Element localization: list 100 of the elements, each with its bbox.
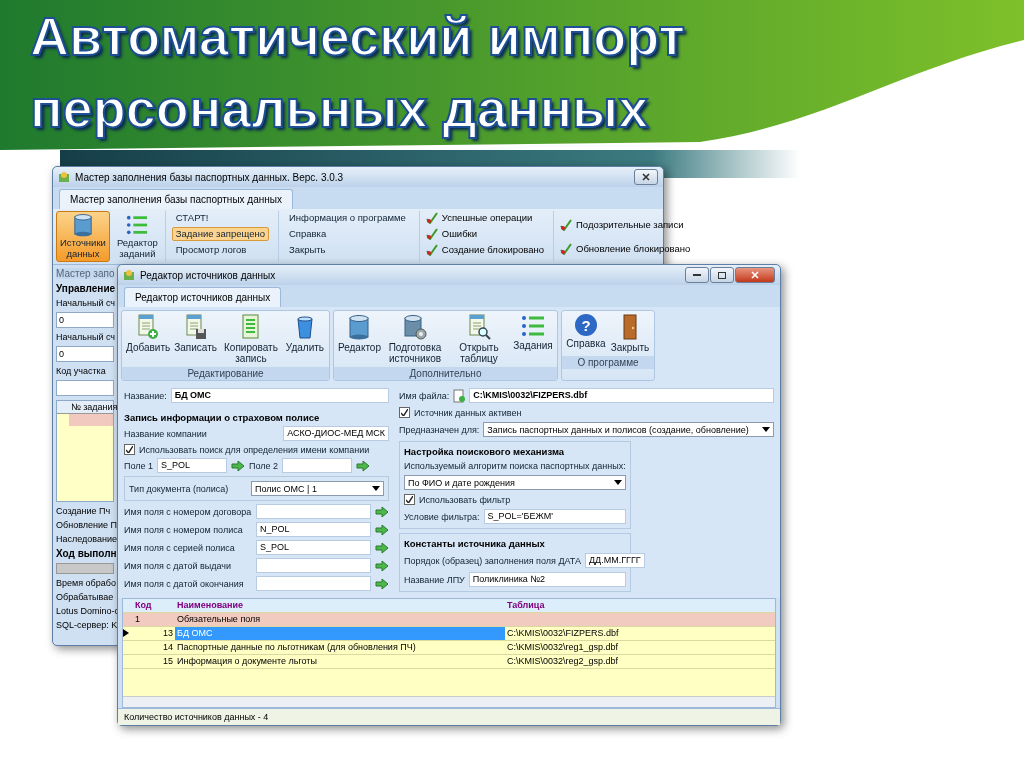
log-filter-item[interactable]: Подозрительные записи — [560, 217, 691, 232]
column-header[interactable]: Наименование — [175, 599, 505, 612]
table-cell-text: 14 — [162, 641, 174, 654]
minimize-button[interactable] — [685, 267, 709, 283]
input-field[interactable] — [56, 380, 114, 396]
field-label: Поле 1 — [124, 460, 154, 471]
ribbon-item[interactable]: Задание запрещено — [171, 227, 269, 241]
checkbox[interactable] — [124, 444, 135, 455]
field-label: Создание Пч — [56, 506, 112, 516]
arrow-icon[interactable] — [375, 577, 389, 590]
dropdown[interactable]: Запись паспортных данных и полисов (создание, обновление) — [483, 422, 774, 437]
input-field[interactable]: ДД.ММ.ГГГГ — [585, 553, 645, 568]
input-field[interactable] — [256, 576, 371, 591]
table-cell-text: 13 — [162, 627, 174, 640]
section-heading: Запись информации о страховом полисе — [124, 412, 321, 423]
arrow-icon[interactable] — [375, 523, 389, 536]
log-filter-item[interactable]: Ошибки — [425, 227, 545, 241]
ribbon-button[interactable]: Источники данных — [56, 211, 110, 262]
ribbon-button[interactable]: ? Справка — [566, 314, 606, 353]
table-cell[interactable]: Паспортные данные по льготникам (для обновления ПЧ) — [175, 641, 505, 654]
ribbon-button[interactable]: Добавить — [126, 314, 171, 364]
input-field[interactable] — [256, 504, 371, 519]
field-label: Имя поля с номером договора — [124, 506, 252, 517]
ribbon-tab[interactable]: Редактор источников данных — [124, 287, 282, 307]
field-label: Предназначен для: — [399, 424, 480, 435]
ribbon-item[interactable]: Справка — [285, 227, 410, 241]
arrow-icon[interactable] — [375, 541, 389, 554]
field-label: Тип документа (полиса) — [129, 483, 230, 494]
column-header[interactable]: Таблица — [505, 599, 775, 612]
ribbon-button[interactable]: Копировать запись — [220, 314, 281, 364]
input-field[interactable]: 0 — [56, 312, 114, 328]
ribbon-button[interactable]: Редактор заданий — [112, 211, 162, 262]
input-field[interactable] — [256, 558, 371, 573]
field-label: Код участка — [56, 366, 107, 376]
field-label: Название ЛПУ — [404, 574, 465, 585]
ribbon-item[interactable]: Закрыть — [285, 243, 410, 257]
checkbox-label: Источник данных активен — [414, 407, 522, 418]
group-label: Редактирование — [122, 367, 329, 380]
close-button[interactable] — [634, 169, 658, 185]
app-icon — [123, 269, 135, 281]
ribbon-item[interactable]: Просмотр логов — [171, 243, 269, 257]
close-icon — [642, 173, 650, 181]
input-field[interactable]: S_POL — [256, 540, 371, 555]
input-field[interactable]: N_POL — [256, 522, 371, 537]
ribbon-button[interactable]: Записать — [174, 314, 217, 364]
field-label: Обрабатывае — [56, 592, 114, 602]
arrow-icon[interactable] — [375, 505, 389, 518]
window-title: Редактор источников данных — [140, 269, 277, 281]
ribbon-button[interactable]: Закрыть — [610, 314, 650, 353]
field-label: Порядок (образец) заполнения поля ДАТА — [404, 555, 581, 566]
database-icon — [348, 314, 371, 340]
document-disk-icon — [183, 314, 208, 340]
dropdown[interactable]: По ФИО и дате рождения — [404, 475, 626, 490]
arrow-icon[interactable] — [375, 559, 389, 572]
slide-title: Автоматический импорт — [30, 5, 685, 68]
group-label: Мастер запо — [56, 268, 114, 279]
input-field[interactable]: БД ОМС — [170, 388, 389, 403]
ribbon-item[interactable]: СТАРТ! — [171, 211, 269, 225]
checkbox[interactable] — [399, 407, 410, 418]
checkbox[interactable] — [404, 494, 415, 505]
field-label: Время обрабо — [56, 578, 114, 588]
input-field[interactable]: C:\KMIS\0032\FIZPERS.dbf — [469, 388, 774, 403]
column-header[interactable]: Код — [133, 599, 175, 612]
list-icon — [126, 213, 149, 237]
input-field[interactable] — [282, 458, 353, 473]
field-label: Поле 2 — [249, 460, 279, 471]
ribbon-button[interactable]: Открыть таблицу — [449, 314, 509, 364]
table-cell[interactable]: Информация о документе льготы — [175, 655, 505, 668]
arrow-icon[interactable] — [356, 459, 371, 472]
close-icon — [751, 271, 759, 279]
log-filter-item[interactable]: Успешные операции — [425, 211, 545, 225]
ribbon-button[interactable]: Редактор — [337, 314, 381, 364]
app-icon — [58, 171, 70, 183]
arrow-icon[interactable] — [231, 459, 246, 472]
field-label: Используемый алгоритм поиска паспортных данных: — [404, 461, 626, 471]
database-icon — [72, 213, 93, 237]
dropdown[interactable]: Полис ОМС | 1 — [251, 481, 384, 496]
maximize-button[interactable] — [710, 267, 734, 283]
scrollbar[interactable] — [123, 696, 775, 707]
ribbon-button[interactable]: Задания — [513, 314, 553, 364]
input-field[interactable]: АСКО-ДИОС-МЕД МСК — [283, 426, 389, 441]
input-field[interactable]: 0 — [56, 346, 114, 362]
log-filter-item[interactable]: Создание блокировано — [425, 243, 545, 257]
ribbon-button[interactable]: Удалить — [284, 314, 325, 364]
input-field[interactable]: S_POL='БЕЖМ' — [483, 509, 626, 524]
input-field[interactable]: S_POL — [157, 458, 228, 473]
check-icon — [560, 218, 573, 231]
ribbon-button[interactable]: Подготовка источников — [385, 314, 445, 364]
file-icon — [453, 388, 466, 403]
ribbon-item[interactable]: Информация о программе — [285, 211, 410, 225]
database-gear-icon — [403, 314, 427, 340]
section-heading: Ход выполн — [56, 548, 114, 559]
log-filter-item[interactable]: Обновление блокировано — [560, 241, 691, 256]
input-field[interactable]: Поликлиника №2 — [468, 572, 626, 587]
table-cell-text: C:\KMIS\0032\FIZPERS.dbf — [506, 627, 620, 640]
caret-icon — [372, 486, 380, 491]
ribbon-tab[interactable]: Мастер заполнения базы паспортных данных — [59, 189, 293, 209]
field-label: Название: — [124, 390, 167, 401]
field-label: Начальный сч — [56, 298, 114, 308]
table-cell-text: C:\KMIS\0032\reg2_gsp.dbf — [506, 655, 620, 668]
